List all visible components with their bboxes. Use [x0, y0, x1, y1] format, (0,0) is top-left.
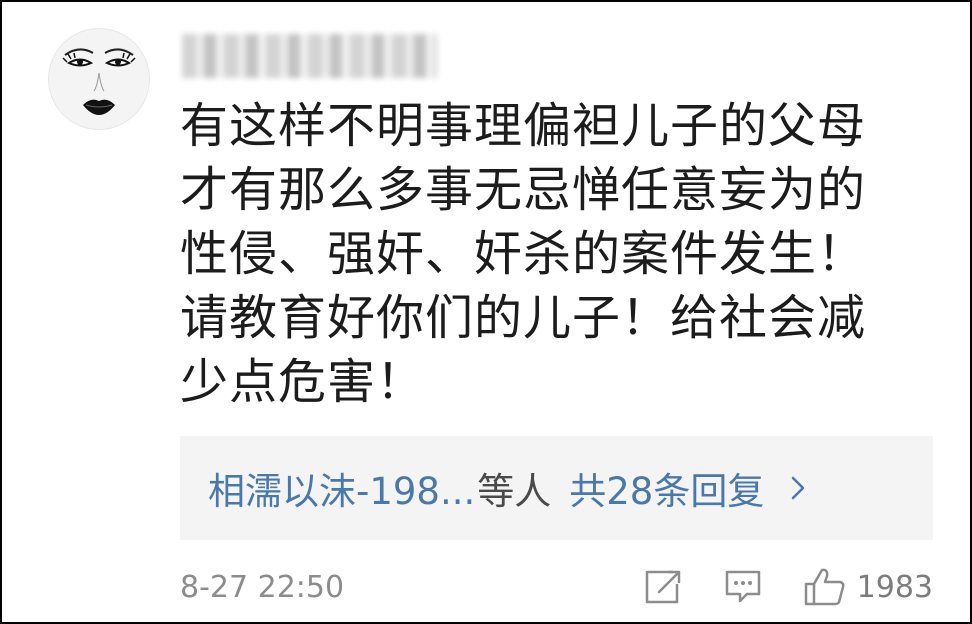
replies-summary[interactable]: 相濡以沫-198... 等人 共28条回复: [180, 436, 933, 540]
avatar-face-image: [62, 48, 136, 115]
reply-author-link[interactable]: 相濡以沫-198...: [208, 461, 475, 515]
chevron-right-icon[interactable]: [790, 475, 806, 501]
like-count: 1983: [856, 569, 933, 605]
comment-text: 有这样不明事理偏袒儿子的父母 才有那么多事无忌惮任意妄为的 性侵、强奸、奸杀的案…: [180, 98, 867, 410]
comment-card: 有这样不明事理偏袒儿子的父母 才有那么多事无忌惮任意妄为的 性侵、强奸、奸杀的案…: [0, 0, 972, 624]
username-redacted[interactable]: [182, 34, 437, 78]
comment-meta-bar: 8-27 22:50 1983: [180, 562, 933, 612]
avatar[interactable]: [48, 28, 150, 130]
share-icon[interactable]: [643, 568, 683, 606]
reply-count-link[interactable]: 共28条回复: [569, 461, 764, 515]
like-button[interactable]: 1983: [803, 567, 933, 607]
reply-author-suffix: 等人: [477, 470, 552, 513]
timestamp: 8-27 22:50: [180, 569, 345, 605]
comment-icon[interactable]: [723, 568, 763, 606]
thumbs-up-icon: [803, 567, 847, 607]
